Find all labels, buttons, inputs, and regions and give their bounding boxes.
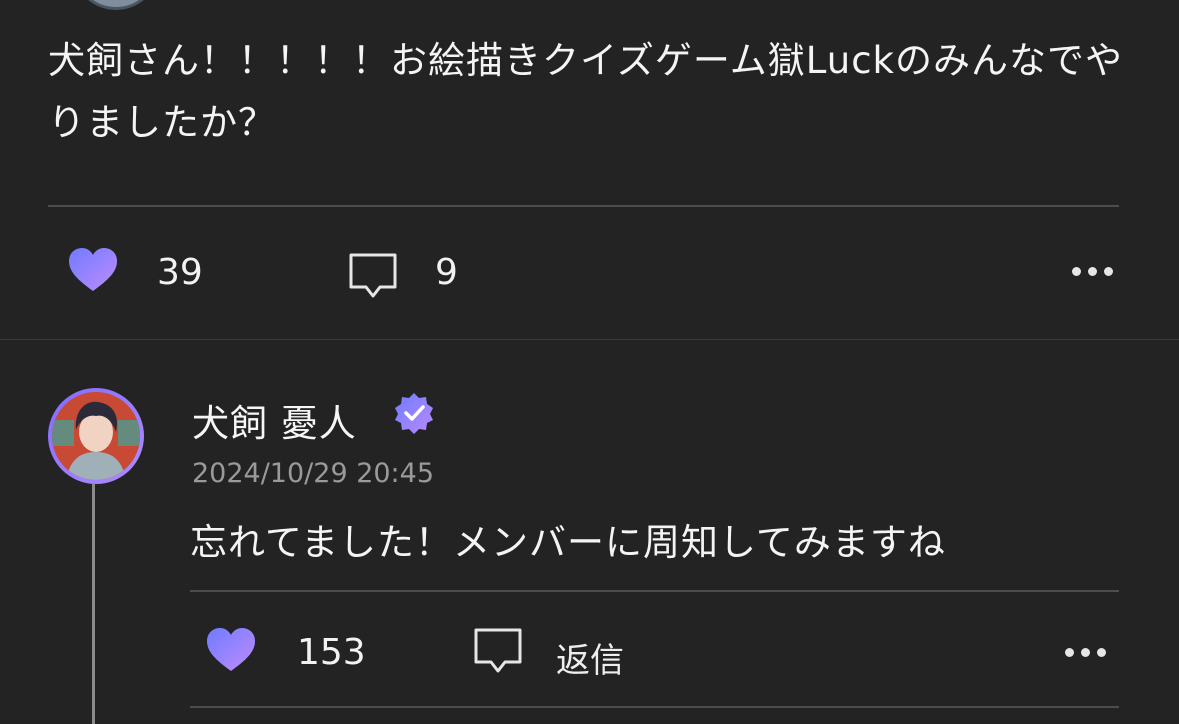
timestamp: 2024/10/29 20:45 [192,458,435,489]
comment-bubble-icon [474,628,522,673]
bottom-divider [190,706,1119,708]
reply-comment-button[interactable] [473,627,523,675]
post-like-count: 39 [157,252,203,293]
heart-icon [69,248,117,291]
more-dots-icon [1065,648,1074,657]
thread-line [92,484,95,724]
post-text: 犬飼さん！！！！！お絵描きクイズゲーム獄Luckのみんなでやりましたか？ [48,39,1123,144]
more-dots-icon [1072,267,1081,276]
previous-avatar[interactable] [72,0,160,10]
reply-like-count: 153 [297,632,366,673]
reply-text: 忘れてました！メンバーに周知してみますね [190,521,946,564]
heart-icon [207,628,255,671]
reply-button-label[interactable]: 返信 [556,633,624,682]
post-comment-button[interactable] [348,252,398,300]
post-more-button[interactable] [1072,267,1113,276]
post-comment-count: 9 [435,252,458,293]
verified-badge-icon [395,393,433,434]
comment-bubble-icon [349,253,397,298]
avatar[interactable] [48,388,144,484]
reply-divider [190,590,1119,592]
post-divider [48,205,1119,207]
section-divider [0,339,1179,340]
reply-more-button[interactable] [1065,648,1106,657]
reply-like-button[interactable] [206,627,256,673]
post-like-button[interactable] [68,247,118,293]
author-name[interactable]: 犬飼 憂人 [192,393,357,447]
avatar-image [52,392,140,480]
